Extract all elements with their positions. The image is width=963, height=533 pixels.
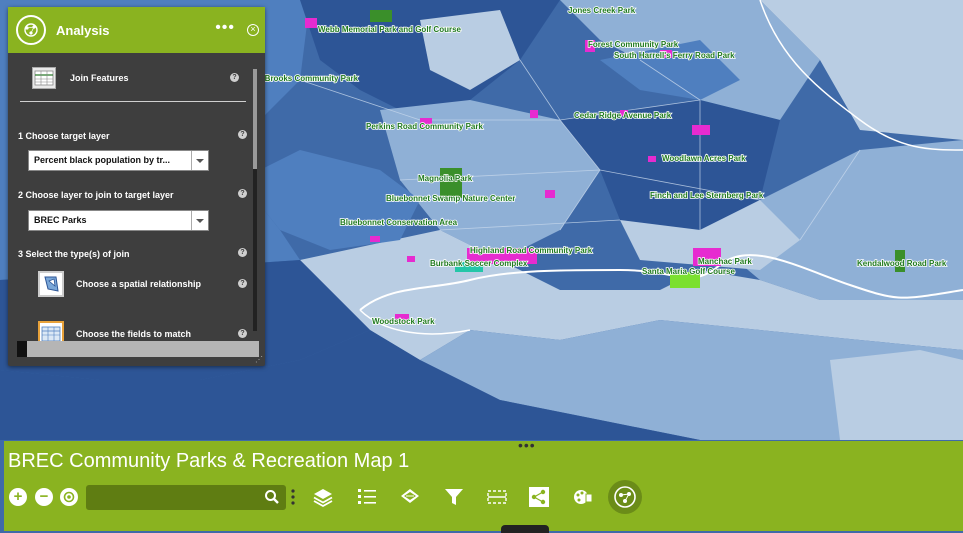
search-box [86, 485, 286, 510]
target-layer-select[interactable]: Percent black population by tr... [28, 150, 209, 171]
help-icon[interactable]: ? [230, 73, 239, 82]
panel-title: Analysis [56, 22, 110, 38]
map-title: BREC Community Parks & Recreation Map 1 [8, 450, 410, 472]
park-label: Forest Community Park [588, 40, 679, 49]
share-icon[interactable] [526, 484, 552, 510]
filter-icon[interactable] [441, 484, 467, 510]
target-layer-value: Percent black population by tr... [34, 155, 171, 165]
match-fields-option[interactable]: Choose the fields to match ? [38, 321, 255, 343]
join-layer-value: BREC Parks [34, 215, 87, 225]
bottom-tab[interactable] [501, 525, 549, 533]
park-label: Kendalwood Road Park [857, 259, 947, 268]
tool-name: Join Features [70, 73, 129, 83]
park-label: Magnolia Park [418, 174, 473, 183]
join-layer-select[interactable]: BREC Parks [28, 210, 209, 231]
legend-icon[interactable] [354, 484, 380, 510]
resize-grip-icon[interactable]: ⋰ [255, 356, 263, 364]
park-label: Woodlawn Acres Park [662, 154, 746, 163]
park-label: Manchac Park [698, 257, 752, 266]
locate-button[interactable] [60, 488, 78, 506]
spatial-relationship-icon [38, 271, 64, 297]
analysis-icon [16, 15, 46, 45]
park-label: Santa Maria Golf Course [642, 267, 735, 276]
park-label: Webb Memorial Park and Golf Course [318, 25, 462, 34]
step3-label: 3 Select the type(s) of join [18, 249, 130, 259]
zoom-out-button[interactable]: − [35, 488, 53, 506]
match-fields-icon [38, 321, 64, 343]
progress-bar [17, 341, 259, 357]
bottom-toolbar: ••• BREC Community Parks & Recreation Ma… [4, 438, 963, 533]
spatial-relationship-option[interactable]: Choose a spatial relationship ? [38, 271, 255, 299]
step2-label: 2 Choose layer to join to target layer [18, 190, 174, 200]
spatial-relationship-label: Choose a spatial relationship [76, 279, 202, 289]
help-icon[interactable]: ? [238, 248, 247, 257]
park-label: Jones Creek Park [568, 6, 636, 15]
close-icon[interactable]: × [247, 24, 259, 36]
park-label: Bluebonnet Conservation Area [340, 218, 458, 227]
park-label: Highland Road Community Park [470, 246, 593, 255]
chevron-down-icon[interactable] [191, 211, 208, 230]
progress-fill [17, 341, 27, 357]
scrollbar-thumb[interactable] [253, 69, 257, 169]
basemap-gallery-icon[interactable] [397, 484, 423, 510]
park-label: Woodstock Park [372, 317, 435, 326]
drag-handle-icon[interactable]: ••• [518, 438, 536, 452]
park-label: Finch and Lee Sternberg Park [650, 191, 764, 200]
attribute-table-icon[interactable] [484, 484, 510, 510]
smart-editor-icon[interactable] [570, 484, 596, 510]
search-input[interactable] [92, 489, 256, 507]
help-icon[interactable]: ? [238, 130, 247, 139]
search-icon[interactable] [264, 489, 280, 505]
analysis-button[interactable] [608, 480, 642, 514]
step1-label: 1 Choose target layer [18, 131, 110, 141]
chevron-down-icon[interactable] [191, 151, 208, 170]
divider [20, 101, 246, 102]
more-options-icon[interactable]: ••• [215, 20, 235, 36]
help-icon[interactable]: ? [238, 329, 247, 338]
help-icon[interactable]: ? [238, 279, 247, 288]
tool-header: Join Features ? [8, 53, 255, 101]
park-label: Perkins Road Community Park [366, 122, 483, 131]
panel-header: Analysis ••• × [8, 7, 265, 53]
match-fields-label: Choose the fields to match [76, 329, 192, 339]
layers-icon[interactable] [310, 484, 336, 510]
panel-body: Join Features ? 1 Choose target layer ? … [8, 53, 255, 343]
join-features-icon [32, 67, 56, 89]
park-label: Bluebonnet Swamp Nature Center [386, 194, 515, 203]
analysis-panel: Analysis ••• × Join Features ? 1 Choose … [8, 7, 265, 366]
vertical-more-icon[interactable] [291, 489, 295, 505]
park-label: South Harrell's Ferry Road Park [614, 51, 735, 60]
zoom-in-button[interactable]: + [9, 488, 27, 506]
park-label: -Brooks Community Park [262, 74, 359, 83]
park-label: Burbank Soccer Complex [430, 259, 528, 268]
park-label: Cedar Ridge Avenue Park [574, 111, 672, 120]
help-icon[interactable]: ? [238, 189, 247, 198]
